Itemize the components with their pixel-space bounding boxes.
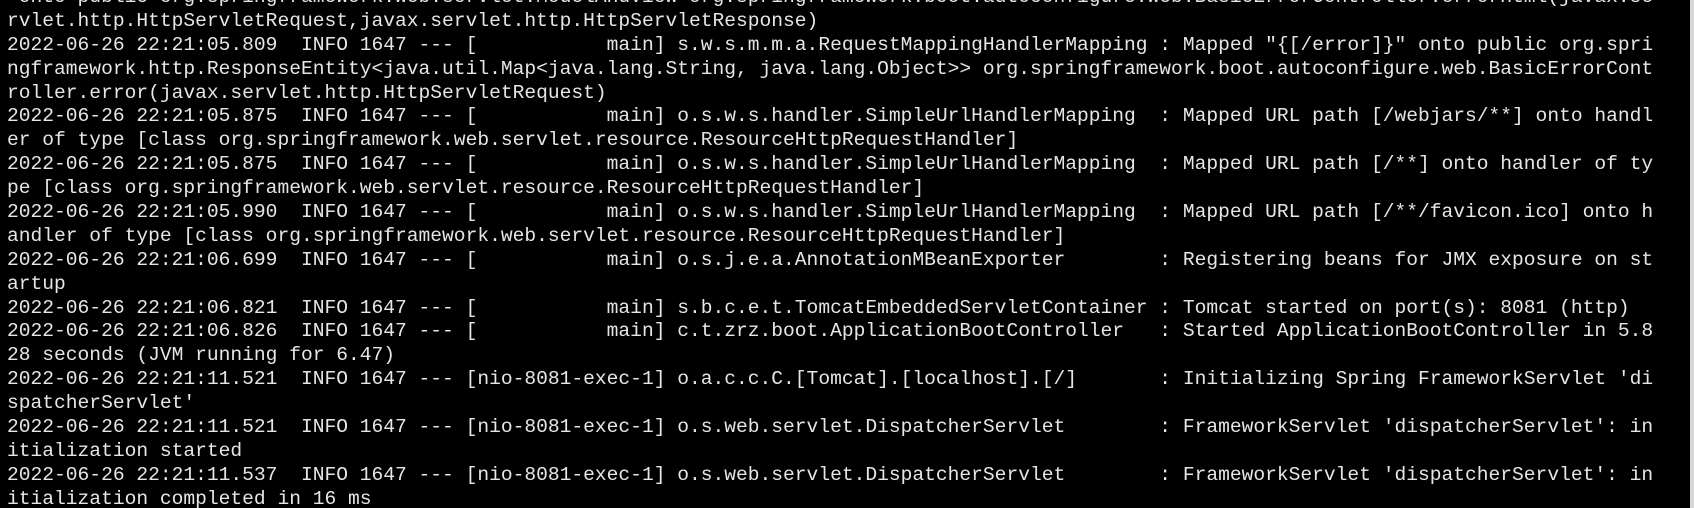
terminal-line: 2022-06-26 22:21:11.537 INFO 1647 --- [n… [7, 463, 1654, 486]
terminal-line: 2022-06-26 22:21:05.875 INFO 1647 --- [ … [7, 105, 1654, 128]
terminal-line: roller.error(javax.servlet.http.HttpServ… [7, 81, 607, 104]
terminal-output[interactable]: onto public org.springframework.web.serv… [7, 0, 1687, 508]
terminal-line: 2022-06-26 22:21:11.521 INFO 1647 --- [n… [7, 416, 1654, 439]
terminal-line: er of type [class org.springframework.we… [7, 129, 1019, 152]
terminal-line: 2022-06-26 22:21:11.521 INFO 1647 --- [n… [7, 368, 1654, 391]
terminal-line: artup [7, 272, 66, 295]
terminal-window[interactable]: onto public org.springframework.web.serv… [0, 0, 1694, 508]
terminal-line: ngframework.http.ResponseEntity<java.uti… [7, 57, 1654, 80]
terminal-line: 2022-06-26 22:21:05.990 INFO 1647 --- [ … [7, 201, 1654, 224]
terminal-line: 2022-06-26 22:21:05.875 INFO 1647 --- [ … [7, 153, 1654, 176]
terminal-line: itialization completed in 16 ms [7, 487, 372, 508]
terminal-line: 2022-06-26 22:21:06.821 INFO 1647 --- [ … [7, 296, 1630, 319]
terminal-line: spatcherServlet' [7, 392, 196, 415]
vertical-scrollbar[interactable] [1690, 0, 1694, 508]
terminal-line: rvlet.http.HttpServletRequest,javax.serv… [7, 9, 819, 32]
terminal-line: itialization started [7, 439, 243, 462]
terminal-line: 2022-06-26 22:21:05.809 INFO 1647 --- [ … [7, 33, 1654, 56]
terminal-line: 2022-06-26 22:21:06.826 INFO 1647 --- [ … [7, 320, 1654, 343]
terminal-line: andler of type [class org.springframewor… [7, 224, 1066, 247]
terminal-line: onto public org.springframework.web.serv… [7, 0, 1687, 10]
terminal-line: 28 seconds (JVM running for 6.47) [7, 344, 396, 367]
terminal-line: 2022-06-26 22:21:06.699 INFO 1647 --- [ … [7, 248, 1654, 271]
terminal-line: pe [class org.springframework.web.servle… [7, 177, 925, 200]
